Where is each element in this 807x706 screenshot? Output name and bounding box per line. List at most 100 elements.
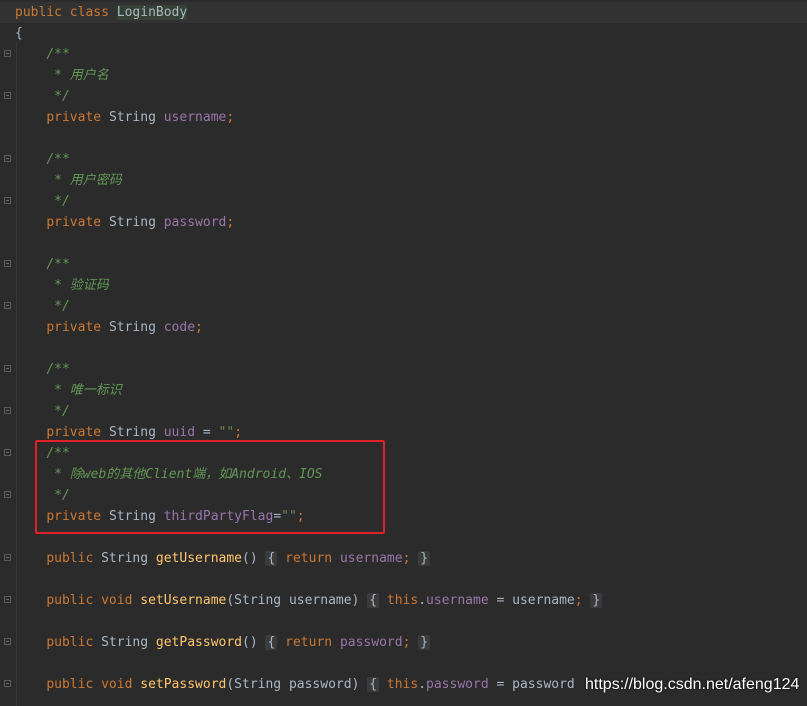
folded-brace[interactable]: } <box>418 551 431 566</box>
field-name: username <box>426 593 489 608</box>
code-line-comment: /** <box>15 359 69 380</box>
field-name: password <box>163 215 227 230</box>
keyword: public <box>46 593 94 608</box>
code-line-method-set-username: public void setUsername(String username)… <box>15 590 603 611</box>
folded-brace[interactable]: { <box>367 677 380 692</box>
method-name: getUsername <box>155 551 242 566</box>
doc-comment: /** <box>46 257 70 272</box>
doc-comment: */ <box>46 89 70 104</box>
folded-brace[interactable]: { <box>367 593 380 608</box>
fold-icon[interactable] <box>4 365 11 372</box>
fold-icon[interactable] <box>4 638 11 645</box>
code-line-method-get-username: public String getUsername() { return use… <box>15 548 431 569</box>
keyword: private <box>46 110 102 125</box>
code-line-comment: /** <box>15 254 70 275</box>
brace: { <box>15 26 23 41</box>
doc-comment: * 验证码 <box>46 278 109 293</box>
keyword: private <box>46 320 102 335</box>
type-name: String <box>101 551 149 566</box>
code-line-comment: */ <box>15 401 70 422</box>
editor-gutter <box>0 0 14 706</box>
folded-brace[interactable]: { <box>265 551 278 566</box>
fold-icon[interactable] <box>4 92 11 99</box>
fold-icon[interactable] <box>4 155 11 162</box>
fold-icon[interactable] <box>4 407 11 414</box>
fold-icon[interactable] <box>4 596 11 603</box>
keyword: public <box>15 5 62 20</box>
field-name: password <box>339 635 403 650</box>
semicolon: ; <box>402 551 411 566</box>
assignment: = username <box>488 593 575 608</box>
keyword: this <box>386 677 419 692</box>
code-line-class-declaration: public class LoginBody <box>0 2 807 23</box>
type-name: String <box>101 635 149 650</box>
code-line-field-username: private String username; <box>15 107 234 128</box>
keyword: public <box>46 677 94 692</box>
keyword: return <box>285 635 333 650</box>
code-line-field-password: private String password; <box>15 212 234 233</box>
field-name: uuid <box>163 425 196 440</box>
assignment: = password <box>488 677 575 692</box>
parameters: () <box>242 635 258 650</box>
doc-comment: * 用户名 <box>46 68 109 83</box>
code-editor[interactable]: public class LoginBody { /** * 用户名 */ pr… <box>0 0 807 706</box>
code-line-field-code: private String code; <box>15 317 203 338</box>
semicolon: ; <box>574 593 583 608</box>
semicolon: ; <box>195 320 203 335</box>
folded-brace[interactable]: { <box>265 635 278 650</box>
fold-icon[interactable] <box>4 302 11 309</box>
fold-icon[interactable] <box>4 554 11 561</box>
code-line-method-set-password: public void setPassword(String password)… <box>15 674 575 695</box>
semicolon: ; <box>402 635 411 650</box>
keyword: private <box>46 215 102 230</box>
parameters: () <box>242 551 258 566</box>
code-line-comment: */ <box>15 191 70 212</box>
keyword: class <box>69 5 109 20</box>
type-name: String <box>108 110 156 125</box>
type-name: String <box>108 320 156 335</box>
dot: . <box>418 677 427 692</box>
type-name: String <box>108 425 156 440</box>
parameters: (String password) <box>226 677 360 692</box>
semicolon: ; <box>234 425 243 440</box>
operator: = <box>195 425 219 440</box>
fold-icon[interactable] <box>4 50 11 57</box>
keyword: this <box>386 593 419 608</box>
field-name: password <box>426 677 489 692</box>
code-line-comment: * 用户密码 <box>15 170 122 191</box>
folded-brace[interactable]: } <box>590 593 603 608</box>
keyword: return <box>285 551 333 566</box>
method-name: setPassword <box>140 677 227 692</box>
code-line-comment: */ <box>15 86 70 107</box>
doc-comment: */ <box>46 404 70 419</box>
parameters: (String username) <box>226 593 360 608</box>
code-line-comment: * 验证码 <box>15 275 109 296</box>
fold-icon[interactable] <box>4 197 11 204</box>
code-line-method-get-password: public String getPassword() { return pas… <box>15 632 431 653</box>
highlight-box <box>35 440 385 534</box>
method-name: setUsername <box>140 593 227 608</box>
keyword: void <box>101 593 133 608</box>
fold-icon[interactable] <box>4 680 11 687</box>
doc-comment: */ <box>46 299 70 314</box>
field-name: code <box>163 320 196 335</box>
folded-brace[interactable]: } <box>418 635 431 650</box>
fold-icon[interactable] <box>4 491 11 498</box>
doc-comment: /** <box>46 152 70 167</box>
keyword: public <box>46 635 94 650</box>
keyword: void <box>101 677 133 692</box>
semicolon: ; <box>226 110 235 125</box>
string-literal: "" <box>218 425 235 440</box>
method-name: getPassword <box>155 635 242 650</box>
code-line-comment: * 用户名 <box>15 65 109 86</box>
doc-comment: /** <box>46 47 70 62</box>
doc-comment: * 唯一标识 <box>46 383 122 398</box>
keyword: public <box>46 551 94 566</box>
field-name: username <box>339 551 403 566</box>
code-line-comment: * 唯一标识 <box>15 380 122 401</box>
class-name: LoginBody <box>116 5 188 20</box>
type-name: String <box>108 215 156 230</box>
fold-icon[interactable] <box>4 449 11 456</box>
fold-icon[interactable] <box>4 260 11 267</box>
dot: . <box>418 593 427 608</box>
